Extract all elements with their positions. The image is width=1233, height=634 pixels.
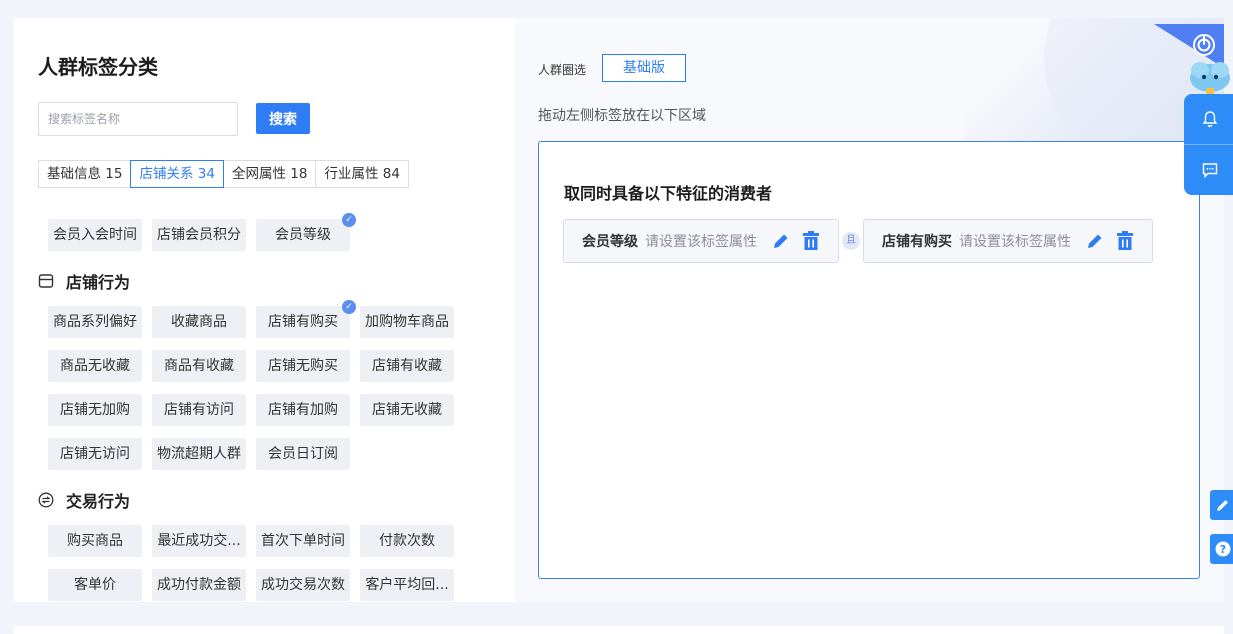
tag-chip[interactable]: 店铺会员积分 bbox=[152, 219, 246, 251]
tab-basic-info[interactable]: 基础信息 15 bbox=[38, 160, 132, 188]
exchange-icon bbox=[38, 492, 54, 508]
tag-chip[interactable]: 商品系列偏好 bbox=[48, 306, 142, 338]
tag-chip[interactable]: 店铺无购买 bbox=[256, 350, 350, 382]
selected-check-icon: ✓ bbox=[342, 213, 356, 227]
tab-industry-attributes[interactable]: 行业属性 84 bbox=[315, 160, 409, 188]
tag-chip[interactable]: 店铺有收藏 bbox=[360, 350, 454, 382]
tag-chip[interactable]: 店铺有购买 bbox=[256, 306, 350, 338]
tag-chip[interactable]: 会员入会时间 bbox=[48, 219, 142, 251]
panel-title: 人群标签分类 bbox=[38, 55, 158, 79]
tag-chip[interactable]: 购买商品 bbox=[48, 525, 142, 557]
tag-chip[interactable]: 店铺有访问 bbox=[152, 394, 246, 426]
svg-text:?: ? bbox=[1220, 543, 1226, 556]
basic-version-button[interactable]: 基础版 bbox=[602, 54, 686, 82]
drag-hint: 拖动左侧标签放在以下区域 bbox=[538, 108, 706, 124]
chat-button[interactable] bbox=[1184, 145, 1233, 195]
section-trade-behavior: 交易行为 bbox=[38, 488, 130, 512]
store-icon bbox=[38, 274, 54, 288]
search-input[interactable] bbox=[38, 102, 238, 136]
tag-chip[interactable]: 店铺有加购 bbox=[256, 394, 350, 426]
section-title: 店铺行为 bbox=[66, 273, 131, 292]
chat-icon bbox=[1202, 163, 1218, 179]
condition-tag[interactable]: 店铺有购买 请设置该标签属性 bbox=[863, 219, 1153, 263]
tab-store-relation[interactable]: 店铺关系 34 bbox=[130, 160, 224, 188]
tag-chip[interactable]: 商品有收藏 bbox=[152, 350, 246, 382]
and-connector[interactable]: 且 bbox=[842, 232, 860, 250]
help-side-button[interactable]: ? bbox=[1210, 534, 1233, 564]
delete-icon[interactable] bbox=[1116, 231, 1134, 251]
tag-chip[interactable]: 最近成功交... bbox=[152, 525, 246, 557]
tag-chip[interactable]: 首次下单时间 bbox=[256, 525, 350, 557]
edit-side-button[interactable] bbox=[1210, 490, 1233, 520]
tag-chip[interactable]: 会员等级 bbox=[256, 219, 350, 251]
mode-label: 人群圈选 bbox=[538, 63, 587, 77]
tag-chip[interactable]: 成功付款金额 bbox=[152, 569, 246, 601]
condition-name: 店铺有购买 bbox=[882, 234, 952, 250]
floating-toolbar bbox=[1184, 94, 1233, 195]
section-title: 交易行为 bbox=[66, 492, 131, 511]
section-store-behavior: 店铺行为 bbox=[38, 269, 130, 293]
tag-drop-zone[interactable]: 取同时具备以下特征的消费者 会员等级 请设置该标签属性 且 店铺有购买 请设置该… bbox=[538, 141, 1200, 579]
tag-chip[interactable]: 客户平均回... bbox=[360, 569, 454, 601]
tag-chip[interactable]: 加购物车商品 bbox=[360, 306, 454, 338]
tag-chip[interactable]: 店铺无加购 bbox=[48, 394, 142, 426]
target-logo-icon bbox=[1193, 34, 1215, 56]
notifications-button[interactable] bbox=[1184, 94, 1233, 144]
edit-icon[interactable] bbox=[1085, 231, 1105, 251]
tag-chip[interactable]: 店铺无访问 bbox=[48, 438, 142, 470]
mascot-icon bbox=[1190, 62, 1230, 96]
bell-icon bbox=[1202, 111, 1218, 128]
search-button[interactable]: 搜索 bbox=[256, 103, 310, 134]
category-tabs: 基础信息 15 店铺关系 34 全网属性 18 行业属性 84 bbox=[38, 160, 409, 188]
delete-icon[interactable] bbox=[802, 231, 820, 251]
tag-chip[interactable]: 店铺无收藏 bbox=[360, 394, 454, 426]
tag-chip[interactable]: 商品无收藏 bbox=[48, 350, 142, 382]
tag-chip[interactable]: 收藏商品 bbox=[152, 306, 246, 338]
tag-chip[interactable]: 物流超期人群 bbox=[152, 438, 246, 470]
drop-zone-title: 取同时具备以下特征的消费者 bbox=[564, 184, 773, 203]
help-icon: ? bbox=[1215, 541, 1231, 557]
condition-name: 会员等级 bbox=[582, 234, 638, 250]
tag-chip[interactable]: 客单价 bbox=[48, 569, 142, 601]
tag-category-panel: 人群标签分类 搜索 基础信息 15 店铺关系 34 全网属性 18 行业属性 8… bbox=[14, 18, 515, 602]
tag-chip[interactable]: 会员日订阅 bbox=[256, 438, 350, 470]
selected-check-icon: ✓ bbox=[342, 300, 356, 314]
tab-network-attributes[interactable]: 全网属性 18 bbox=[222, 160, 317, 188]
bottom-panel-edge bbox=[14, 626, 1224, 634]
tag-chip[interactable]: 成功交易次数 bbox=[256, 569, 350, 601]
condition-placeholder: 请设置该标签属性 bbox=[645, 234, 757, 250]
edit-icon[interactable] bbox=[771, 231, 791, 251]
edit-icon bbox=[1217, 500, 1228, 511]
tag-chip[interactable]: 付款次数 bbox=[360, 525, 454, 557]
condition-placeholder: 请设置该标签属性 bbox=[959, 234, 1071, 250]
condition-tag[interactable]: 会员等级 请设置该标签属性 bbox=[563, 219, 839, 263]
